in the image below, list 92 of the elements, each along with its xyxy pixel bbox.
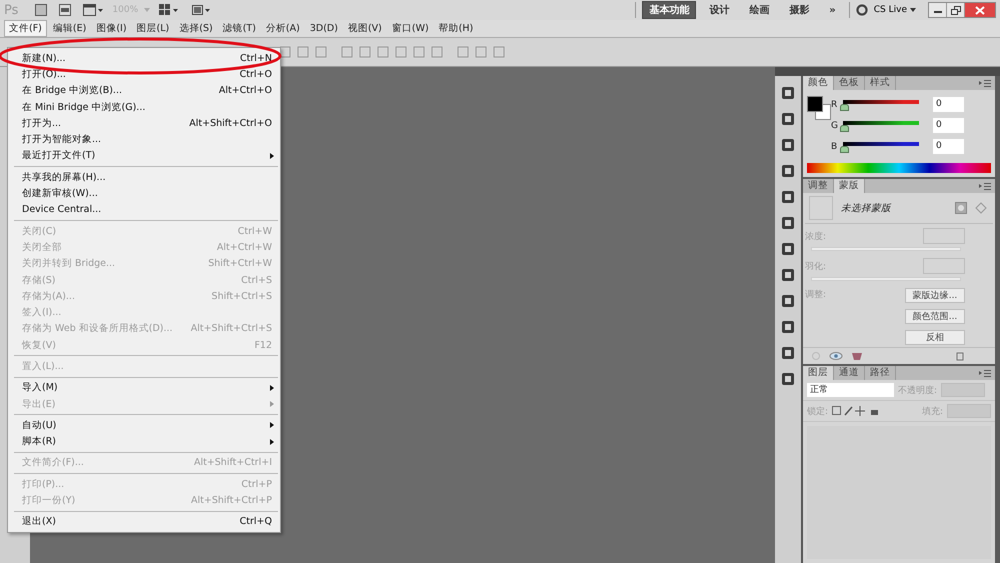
menu-item[interactable]: 图像(I) [92,21,131,36]
channel-label: R [831,100,838,110]
menu-item[interactable]: 脚本(R) [8,434,280,450]
delete-mask-icon[interactable] [851,351,863,361]
more-workspaces-button[interactable]: » [822,2,843,18]
minimize-button[interactable] [929,3,947,17]
menu-item[interactable]: 共享我的屏幕(H)... [8,169,280,186]
caret-icon [910,8,916,12]
mask-status: 未选择蒙版 [841,202,892,214]
workspace-button[interactable]: 设计 [702,1,736,19]
menu-item[interactable]: 导入(M) [8,380,280,396]
menu-item[interactable]: 文件(F) [4,20,47,37]
fill-field[interactable] [947,404,991,418]
menu-item[interactable]: 在 Mini Bridge 中浏览(G)... [8,98,280,116]
opacity-label: 不透明度: [898,384,938,396]
channel-value-field[interactable]: 0 [933,139,964,154]
channel-slider[interactable] [843,141,919,152]
panel-tab[interactable]: 色板 [834,76,865,90]
screen-dropdown-icon [191,4,212,16]
restore-button[interactable] [947,3,965,17]
panel-menu-icon[interactable] [979,79,991,87]
panel-tab[interactable]: 蒙版 [834,179,865,193]
menu-item[interactable]: 打开为... Alt+Shift+Ctrl+O [8,115,280,132]
menu-item[interactable]: Device Central... [8,202,280,218]
submenu-arrow-icon [270,384,274,391]
panel-tab[interactable]: 样式 [865,76,896,90]
app-logo: Ps [4,2,18,18]
slider-thumb[interactable] [840,146,849,153]
panel-tab[interactable]: 路径 [865,366,896,380]
mini-bridge-icon [59,4,72,16]
refine-label: 调整: [805,288,826,302]
panel-tab[interactable]: 通道 [834,366,865,380]
feather-field[interactable] [923,258,965,274]
menu-item[interactable]: 窗口(W) [388,21,433,36]
close-button[interactable] [965,3,995,17]
menu-item[interactable]: 分析(A) [262,21,304,36]
menu-item[interactable]: 图层(L) [132,21,174,36]
submenu-arrow-icon [270,438,274,445]
fill-label: 填充: [922,406,943,418]
color-spectrum[interactable] [807,163,991,173]
menu-item[interactable]: 退出(X) Ctrl+Q [8,514,280,530]
mask-action-button[interactable]: 反相 [905,330,965,345]
channel-slider[interactable] [843,120,919,131]
mask-thumbnail [809,196,833,220]
grid-dropdown-icon [159,4,180,16]
submenu-arrow-icon [270,422,274,428]
channel-value-field[interactable]: 0 [933,97,964,112]
menu-item[interactable]: 选择(S) [175,21,217,36]
density-field[interactable] [923,228,965,244]
panel-tab[interactable]: 颜色 [803,76,834,90]
blend-mode-dropdown[interactable]: 正常 [807,383,894,397]
ring-icon [856,4,868,16]
menu-item[interactable]: 打开为智能对象... [8,131,280,148]
channel-value-field[interactable]: 0 [933,118,964,133]
lock-label: 锁定: [807,406,828,418]
submenu-arrow-icon [270,152,274,159]
bridge-icon [35,4,48,16]
menu-item[interactable]: 创建新审核(W)... [8,185,280,202]
menu-item[interactable]: 编辑(E) [48,21,90,36]
slider-thumb[interactable] [840,104,849,111]
eye-icon[interactable] [829,351,843,361]
panel-menu-icon[interactable] [979,182,991,190]
submenu-arrow-icon [270,400,274,407]
menu-item[interactable]: 滤镜(T) [218,21,260,36]
workspace-button[interactable]: 绘画 [742,1,776,19]
restore-icon [950,6,960,14]
close-icon [975,6,985,14]
density-label: 浓度: [805,230,826,242]
color-swatches[interactable] [807,96,831,122]
menu-item[interactable]: 在 Bridge 中浏览(B)... Alt+Ctrl+O [8,82,280,99]
workspace-button[interactable]: 基本功能 [642,1,696,19]
menu-item[interactable]: 打开(O)... Ctrl+O [8,66,280,83]
feather-label: 羽化: [805,260,826,272]
channel-slider[interactable] [843,99,919,110]
opacity-field[interactable] [941,383,986,397]
mask-action-button[interactable]: 蒙版边缘... [905,288,965,303]
panel-tab[interactable]: 图层 [803,366,834,380]
panel-menu-icon[interactable] [979,369,991,377]
channel-label: G [831,120,839,130]
cs-live-button[interactable]: CS Live [874,5,916,15]
menu-item[interactable]: 自动(U) [8,417,280,434]
menu-item[interactable]: 视图(V) [344,21,386,36]
caret-icon [144,8,150,12]
menu-item[interactable]: 3D(D) [306,22,342,35]
menu-item[interactable]: 帮助(H) [434,21,478,36]
channel-label: B [831,142,838,152]
mask-action-button[interactable]: 颜色范围... [905,309,965,324]
pixel-mask-icon[interactable] [955,202,967,214]
slider-thumb[interactable] [840,125,849,132]
menu-item[interactable]: 最近打开文件(T) [8,148,280,164]
workspace-button[interactable]: 摄影 [782,1,816,19]
frame-dropdown-icon [83,4,104,16]
